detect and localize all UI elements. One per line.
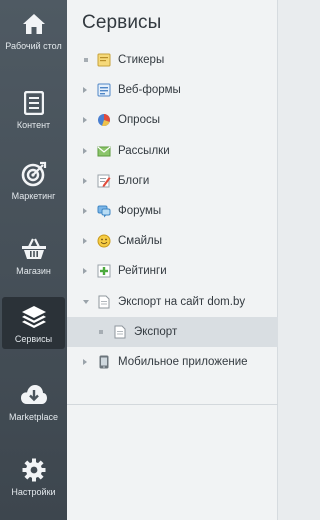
menu-item-label: Смайлы	[118, 235, 163, 248]
page-icon	[113, 325, 127, 339]
home-icon	[20, 10, 48, 38]
menu-item-polls[interactable]: Опросы	[67, 105, 278, 135]
menu-item-mobile-app[interactable]: Мобильное приложение	[67, 347, 278, 377]
menu-item-label: Веб-формы	[118, 84, 181, 97]
menu-item-label: Экспорт на сайт dom.by	[118, 295, 246, 308]
menu-item-label: Опросы	[118, 114, 160, 127]
rail-item-label: Рабочий стол	[5, 41, 62, 51]
rail-item-label: Сервисы	[14, 333, 53, 344]
blogs-icon	[97, 174, 111, 188]
menu-item-export[interactable]: Экспорт	[67, 316, 278, 347]
menu-item-smiles[interactable]: Смайлы	[67, 226, 278, 256]
rail-item-marketplace[interactable]: Marketplace	[2, 381, 65, 422]
rail-item-desktop[interactable]: Рабочий стол	[2, 10, 65, 51]
export-icon	[97, 295, 111, 309]
expand-arrow-icon	[83, 238, 87, 245]
basket-icon	[20, 235, 48, 263]
expand-arrow-icon	[83, 358, 87, 365]
expand-arrow-icon	[83, 87, 87, 94]
mobile-app-icon	[97, 355, 111, 369]
bullet-icon	[99, 329, 103, 334]
expand-arrow-icon	[83, 147, 87, 154]
ratings-icon	[97, 264, 111, 278]
forums-icon	[97, 204, 111, 218]
menu-item-label: Рейтинги	[118, 265, 167, 278]
page-title: Сервисы	[82, 12, 162, 33]
stickers-icon	[97, 53, 111, 67]
rail-item-content[interactable]: Контент	[2, 89, 65, 130]
menu-item-blogs[interactable]: Блоги	[67, 166, 278, 196]
expand-arrow-icon	[83, 268, 87, 275]
document-icon	[20, 89, 48, 117]
gear-icon	[20, 456, 48, 484]
menu-item-export-domby[interactable]: Экспорт на сайт dom.by	[67, 287, 278, 317]
menu-item-stickers[interactable]: Стикеры	[67, 45, 278, 75]
menu-item-label: Форумы	[118, 205, 162, 218]
rail-item-settings[interactable]: Настройки	[2, 456, 65, 497]
menu-item-label: Рассылки	[118, 144, 170, 157]
target-icon	[20, 160, 48, 188]
expand-arrow-icon	[83, 177, 87, 184]
bullet-icon	[84, 58, 88, 63]
rail-item-marketing[interactable]: Маркетинг	[2, 160, 65, 201]
rail-item-shop[interactable]: Магазин	[2, 235, 65, 276]
rail-item-label: Магазин	[16, 266, 51, 276]
rail-item-label: Контент	[16, 120, 51, 130]
cloud-download-icon	[20, 381, 48, 409]
admin-sidebar: Рабочий стол Контент Маркетинг Магазин С…	[0, 0, 67, 520]
rail-item-services[interactable]: Сервисы	[2, 297, 65, 349]
panel-divider	[67, 404, 278, 405]
rail-item-label: Marketplace	[8, 412, 59, 422]
collapse-arrow-icon	[83, 299, 89, 304]
services-menu: Стикеры Веб-формы Опросы Рассылки Блоги	[67, 45, 278, 377]
webforms-icon	[97, 83, 111, 97]
menu-item-label: Экспорт	[134, 325, 178, 338]
expand-arrow-icon	[83, 117, 87, 124]
rail-item-label: Маркетинг	[11, 191, 56, 201]
menu-item-forums[interactable]: Форумы	[67, 196, 278, 226]
rail-item-label: Настройки	[11, 487, 56, 497]
mailing-icon	[97, 144, 111, 158]
menu-item-label: Мобильное приложение	[118, 355, 248, 368]
menu-item-mailings[interactable]: Рассылки	[67, 136, 278, 166]
layers-icon	[20, 303, 48, 331]
menu-item-webforms[interactable]: Веб-формы	[67, 75, 278, 105]
expand-arrow-icon	[83, 208, 87, 215]
polls-icon	[97, 113, 111, 127]
smiles-icon	[97, 234, 111, 248]
menu-item-label: Стикеры	[118, 54, 165, 67]
menu-item-ratings[interactable]: Рейтинги	[67, 256, 278, 286]
menu-item-label: Блоги	[118, 174, 150, 187]
